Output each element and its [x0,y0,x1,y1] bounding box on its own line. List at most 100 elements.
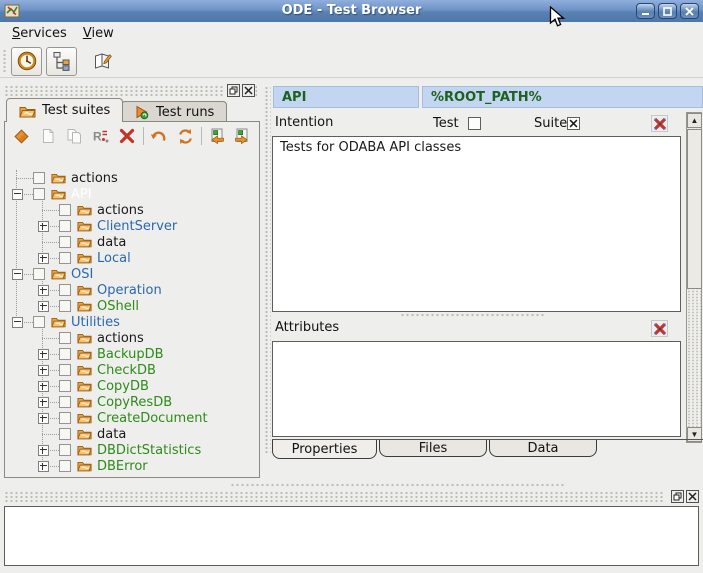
tree-item-checkbox[interactable] [59,428,71,440]
collapse-icon[interactable] [12,269,23,280]
maximize-button[interactable] [658,3,677,19]
copy-button[interactable] [64,124,84,148]
suite-checkbox[interactable] [567,117,580,130]
toolbar-drag-handle[interactable] [2,49,7,73]
edit-run-button[interactable] [89,47,117,75]
intention-clear-button[interactable] [651,115,668,132]
expand-icon[interactable] [38,221,49,232]
rename-button[interactable]: R [90,124,110,148]
close-button[interactable] [680,3,699,19]
path-name-box: API [273,86,419,108]
tree-item-checkbox[interactable] [59,220,71,232]
tree-mode-button[interactable] [46,47,77,76]
delete-button[interactable] [117,124,137,148]
intention-label: Intention [275,115,333,130]
path-name: API [282,90,306,105]
tree-item-label: CheckDB [97,363,156,378]
expand-icon[interactable] [38,461,49,472]
expand-icon[interactable] [38,413,49,424]
test-label: Test [433,116,459,131]
output-panel[interactable] [4,506,699,566]
attributes-textarea[interactable] [272,341,681,437]
section-splitter[interactable] [400,313,545,318]
tree-item-checkbox[interactable] [59,380,71,392]
bottom-splitter[interactable] [230,483,565,488]
folder-small-icon [77,379,92,392]
tree-item-createdocument[interactable]: CreateDocument [8,410,238,426]
tab-test-runs[interactable]: Test runs [121,101,227,122]
menu-services[interactable]: Services [6,24,77,44]
export-button[interactable] [233,124,253,148]
tree-item-label: OSI [71,267,93,282]
right-panel-handle[interactable] [264,86,271,455]
intention-textarea[interactable]: Tests for ODABA API classes [272,136,681,312]
tree-item-checkbox[interactable] [59,236,71,248]
left-dock-restore-button[interactable] [227,84,240,97]
attributes-clear-button[interactable] [651,320,668,337]
tree-item-checkbox[interactable] [59,284,71,296]
clear-button[interactable] [11,124,31,148]
run-icon [134,105,150,120]
tree-item-checkbox[interactable] [59,332,71,344]
tree-item-checkbox[interactable] [33,316,45,328]
tree-item-checkbox[interactable] [59,396,71,408]
maximize-icon [663,7,672,16]
left-dock-close-button[interactable] [242,84,255,97]
tree-item-label: DBError [97,459,148,474]
bottom-dock-close-button[interactable] [686,490,699,503]
tree-item-checkbox[interactable] [59,364,71,376]
expand-icon[interactable] [38,381,49,392]
bottom-tab-data[interactable]: Data [489,440,597,457]
tree-item-checkbox[interactable] [59,252,71,264]
menubar: ServicesView [0,22,703,45]
collapse-icon[interactable] [12,317,23,328]
expand-icon[interactable] [38,253,49,264]
tree-item-checkbox[interactable] [33,188,45,200]
tree-item-checkbox[interactable] [59,444,71,456]
folder-small-icon [77,395,92,408]
close-icon [685,7,694,16]
tree-item-label: Operation [97,283,162,298]
new-button[interactable] [37,124,57,148]
bottom-dock-restore-button[interactable] [671,490,684,503]
expand-icon[interactable] [38,349,49,360]
tree-item-label: OShell [97,299,139,314]
expand-icon[interactable] [38,365,49,376]
tree-item-checkbox[interactable] [33,268,45,280]
tree-item-checkbox[interactable] [59,348,71,360]
tree-item-checkbox[interactable] [59,412,71,424]
expand-icon[interactable] [38,445,49,456]
left-dock-handle[interactable] [4,85,257,97]
main-toolbar [0,45,703,78]
bottom-tab-files[interactable]: Files [379,440,487,457]
expand-icon[interactable] [38,285,49,296]
tree-item-label: CopyDB [97,379,149,394]
menu-view[interactable]: View [77,24,124,44]
tree-item-checkbox[interactable] [59,460,71,472]
folder-small-icon [77,203,92,216]
import-button[interactable] [206,124,226,148]
close-icon [244,86,253,95]
minimize-button[interactable] [636,3,655,19]
scrollbar-thumb[interactable] [687,129,702,289]
undo-button[interactable] [148,124,168,148]
bottom-dock-handle[interactable] [0,489,703,504]
tree-item-checkbox[interactable] [59,204,71,216]
expand-icon[interactable] [38,397,49,408]
test-checkbox[interactable] [468,117,481,130]
tree-item-label: BackupDB [97,347,164,362]
restore-icon [229,86,238,95]
collapse-icon[interactable] [12,189,23,200]
bottom-tab-properties[interactable]: Properties [272,440,377,459]
refresh-button[interactable] [175,124,195,148]
tab-test-suites[interactable]: Test suites [6,98,123,122]
folder-small-icon [51,171,66,184]
scroll-up-button[interactable]: ▲ [687,113,702,128]
titlebar[interactable]: ODE - Test Browser [0,0,703,23]
tree-item-checkbox[interactable] [33,172,45,184]
tree-item-checkbox[interactable] [59,300,71,312]
right-panel-scrollbar[interactable]: ▲▼ [686,112,702,443]
browser-mode-button[interactable] [11,47,42,76]
expand-icon[interactable] [38,301,49,312]
folder-small-icon [77,299,92,312]
